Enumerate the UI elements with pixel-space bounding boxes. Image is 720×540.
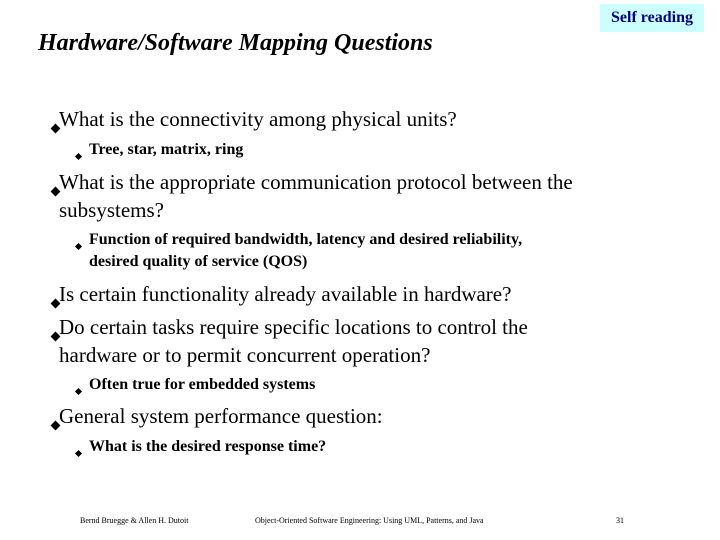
- bullet-text-line-2: hardware or to permit concurrent operati…: [59, 343, 431, 367]
- slide-title: Hardware/Software Mapping Questions: [38, 30, 433, 56]
- sub-bullet-text: What is the desired response time?: [89, 438, 327, 455]
- footer-page-number: 31: [616, 516, 624, 525]
- diamond-bullet-icon: [50, 323, 61, 353]
- sub-bullet-text-line-2: desired quality of service (QOS): [89, 253, 308, 270]
- bullet-text-line-1: Do certain tasks require specific locati…: [59, 315, 528, 339]
- diamond-bullet-icon: [50, 412, 61, 442]
- bullet-text: Is certain functionality already availab…: [59, 282, 512, 306]
- diamond-bullet-icon: [74, 236, 83, 258]
- diamond-bullet-icon: [50, 115, 61, 145]
- diamond-bullet-icon: [50, 178, 61, 208]
- self-reading-badge: Self reading: [600, 4, 704, 32]
- diamond-bullet-icon: [74, 381, 83, 403]
- footer-book-title: Object-Oriented Software Engineering: Us…: [255, 516, 484, 525]
- bullet-text-line-2: subsystems?: [59, 198, 164, 222]
- footer-authors: Bernd Bruegge & Allen H. Dutoit: [80, 516, 189, 525]
- bullet-text-line-1: What is the appropriate communication pr…: [59, 170, 573, 194]
- diamond-bullet-icon: [74, 443, 83, 465]
- bullet-text: What is the connectivity among physical …: [59, 107, 457, 131]
- diamond-bullet-icon: [50, 290, 61, 320]
- sub-bullet-text: Tree, star, matrix, ring: [89, 141, 244, 158]
- diamond-bullet-icon: [74, 146, 83, 168]
- sub-bullet-text: Often true for embedded systems: [89, 376, 316, 393]
- sub-bullet-text-line-1: Function of required bandwidth, latency …: [89, 231, 523, 248]
- bullet-text: General system performance question:: [59, 404, 383, 428]
